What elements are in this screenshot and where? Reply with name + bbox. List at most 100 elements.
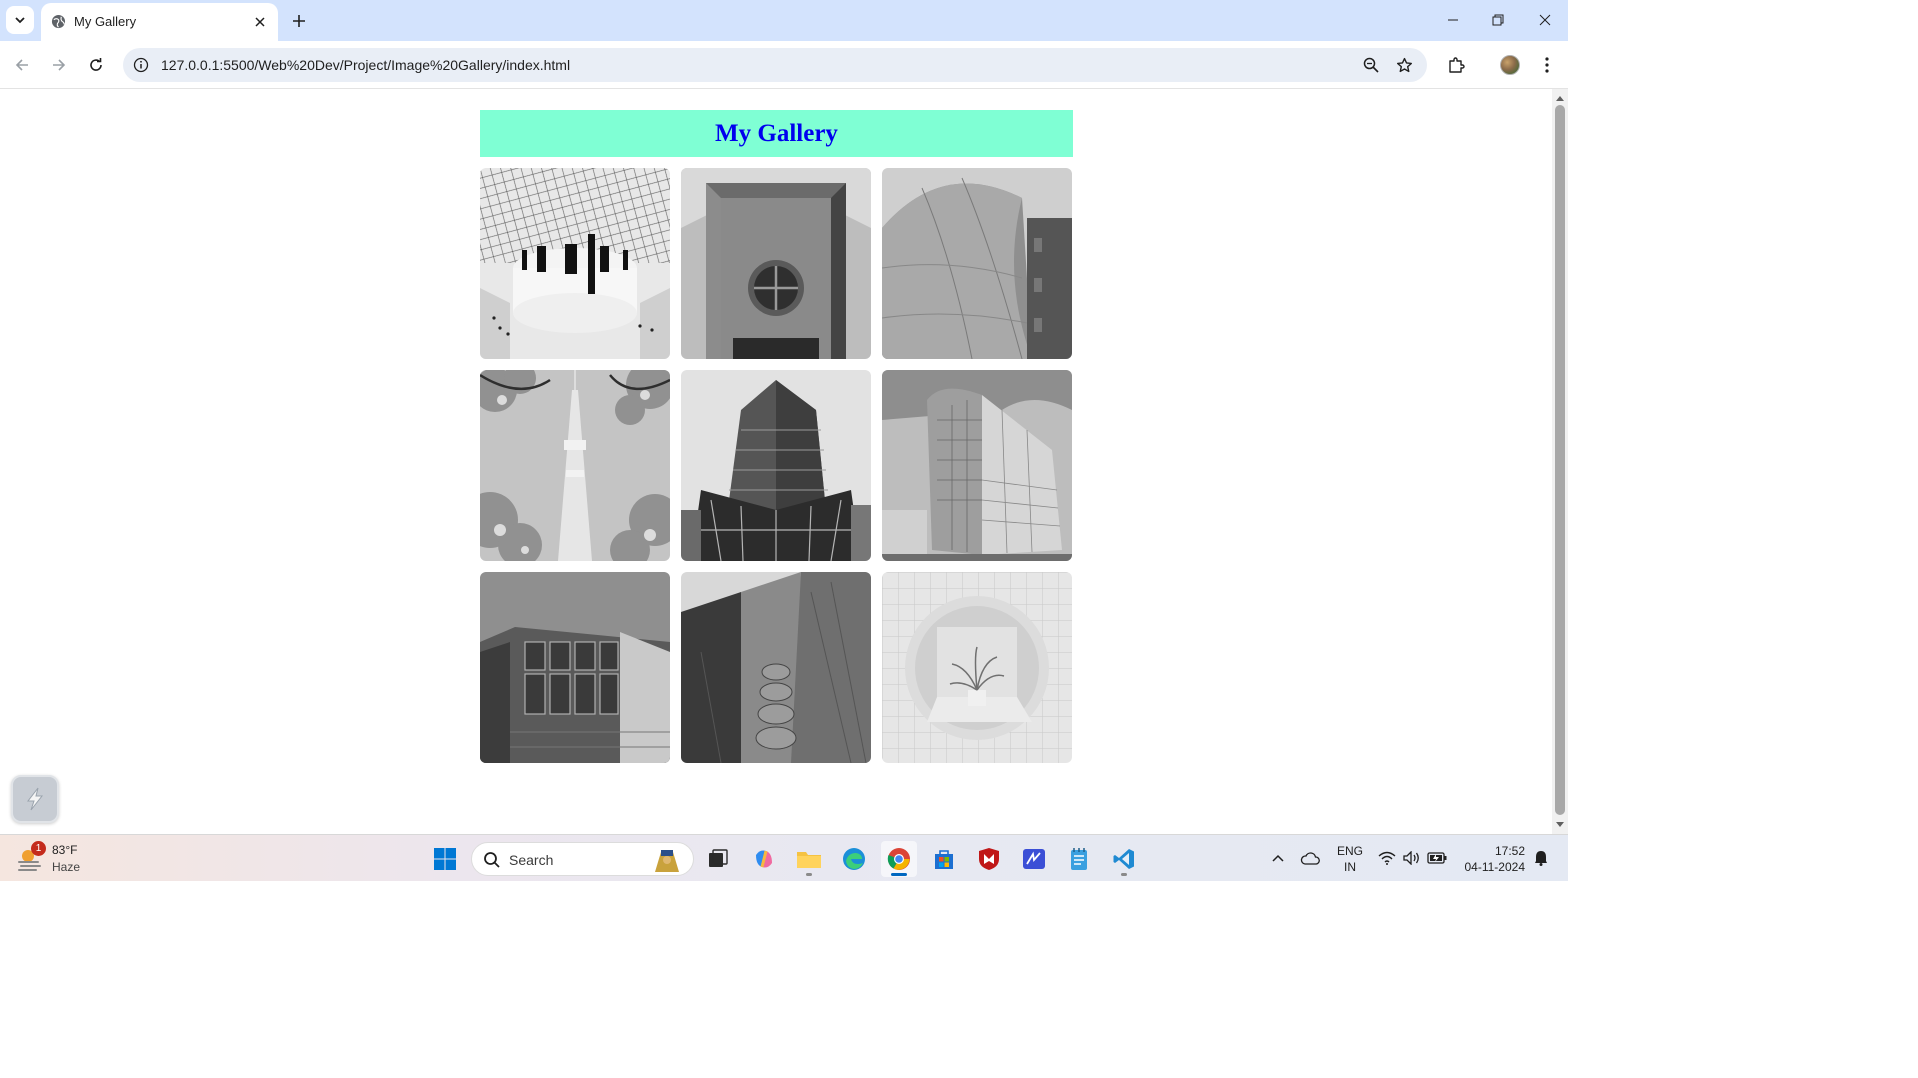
gallery-image-round-window-plant[interactable] — [882, 572, 1072, 763]
active-indicator — [891, 873, 907, 876]
taskbar-search-placeholder: Search — [509, 852, 554, 868]
chrome-app[interactable] — [881, 841, 917, 877]
page-title: My Gallery — [715, 119, 838, 147]
close-icon — [255, 17, 265, 27]
profile-button[interactable] — [1496, 51, 1524, 79]
more-vertical-icon — [1545, 57, 1549, 73]
clock-date: 04-11-2024 — [1464, 860, 1526, 874]
notepad-icon — [1071, 848, 1087, 870]
arrow-right-icon — [53, 59, 66, 71]
chevron-up-icon — [1272, 854, 1284, 862]
page-scrollbar[interactable] — [1552, 89, 1568, 834]
edge-icon — [843, 848, 865, 870]
scroll-thumb[interactable] — [1555, 105, 1565, 815]
task-view-icon — [709, 849, 728, 867]
ms-whiteboard-app[interactable] — [1016, 841, 1052, 877]
running-indicator — [806, 873, 812, 876]
puzzle-icon — [1449, 57, 1465, 73]
url-text[interactable]: 127.0.0.1:5500/Web%20Dev/Project/Image%2… — [161, 57, 570, 73]
weather-temperature: 83°F — [52, 843, 78, 857]
page-viewport: My Gallery — [0, 89, 1552, 834]
start-button[interactable] — [427, 841, 463, 877]
gallery-image-ornate-columns[interactable] — [681, 572, 871, 763]
bookmark-star-icon[interactable] — [1394, 55, 1414, 75]
mcafee-app[interactable] — [971, 841, 1007, 877]
language-code: ENG — [1336, 844, 1363, 858]
site-info-icon[interactable] — [131, 55, 151, 75]
gallery-image-building-entrance[interactable] — [681, 168, 871, 359]
language-region: IN — [1344, 860, 1356, 874]
restore-button[interactable] — [1478, 4, 1518, 36]
search-highlight-icon — [655, 850, 679, 872]
volume-icon[interactable] — [1402, 848, 1422, 868]
scroll-up-arrow[interactable] — [1552, 91, 1568, 105]
store-icon — [935, 850, 953, 869]
wifi-icon[interactable] — [1377, 848, 1397, 868]
file-explorer-app[interactable] — [791, 841, 827, 877]
folder-icon — [797, 852, 821, 868]
vscode-icon — [1113, 849, 1134, 869]
scroll-down-arrow[interactable] — [1552, 818, 1568, 832]
back-button[interactable] — [8, 51, 36, 79]
onedrive-icon[interactable] — [1300, 848, 1320, 868]
lightning-icon — [26, 787, 44, 811]
close-icon — [1539, 14, 1551, 26]
copilot-app[interactable] — [746, 841, 782, 877]
address-bar[interactable]: 127.0.0.1:5500/Web%20Dev/Project/Image%2… — [123, 48, 1427, 82]
gallery-image-glass-windows[interactable] — [480, 572, 670, 763]
gallery-grid — [480, 168, 1073, 763]
notification-bell-icon[interactable] — [1531, 848, 1551, 868]
avatar — [1500, 55, 1520, 75]
task-view-button[interactable] — [700, 841, 736, 877]
weather-badge: 1 — [31, 841, 46, 856]
reload-icon — [90, 58, 102, 71]
new-tab-button[interactable] — [287, 9, 311, 33]
clock-time: 17:52 — [1494, 844, 1525, 858]
edge-app[interactable] — [836, 841, 872, 877]
windows-taskbar: 1 83°F Haze Search ENG IN 17:52 04-11-20… — [0, 834, 1568, 881]
chevron-down-icon — [15, 17, 25, 24]
minimize-icon — [1448, 19, 1458, 21]
arrow-left-icon — [15, 59, 28, 71]
vscode-app[interactable] — [1106, 841, 1142, 877]
plus-icon — [293, 15, 305, 27]
floating-widget-button[interactable] — [11, 775, 59, 823]
notepad-app[interactable] — [1061, 841, 1097, 877]
weather-condition: Haze — [52, 860, 81, 874]
taskbar-search[interactable]: Search — [471, 842, 694, 876]
tab-search-button[interactable] — [6, 6, 34, 34]
browser-menu-button[interactable] — [1533, 51, 1561, 79]
browser-tab-strip: My Gallery — [0, 0, 1568, 41]
weather-widget[interactable]: 1 83°F Haze — [16, 841, 106, 877]
microsoft-store-app[interactable] — [926, 841, 962, 877]
taskbar-clock[interactable]: 17:52 04-11-2024 — [1455, 843, 1526, 875]
browser-toolbar: 127.0.0.1:5500/Web%20Dev/Project/Image%2… — [0, 41, 1568, 89]
restore-icon — [1492, 14, 1504, 26]
minimize-button[interactable] — [1433, 4, 1473, 36]
close-window-button[interactable] — [1525, 4, 1565, 36]
language-indicator[interactable]: ENG IN — [1334, 843, 1366, 875]
gallery-image-curved-facade[interactable] — [882, 168, 1072, 359]
whiteboard-icon — [1023, 849, 1045, 869]
gallery-image-office-building[interactable] — [882, 370, 1072, 561]
chrome-icon — [887, 848, 910, 870]
copilot-icon — [756, 850, 772, 868]
windows-logo-icon — [434, 848, 456, 870]
shield-icon — [979, 848, 999, 870]
globe-icon — [51, 14, 66, 29]
tab-close-button[interactable] — [250, 12, 270, 32]
search-icon — [484, 852, 500, 868]
tab-title: My Gallery — [74, 14, 137, 29]
gallery-header: My Gallery — [480, 110, 1073, 157]
gallery-image-glass-skyscraper[interactable] — [681, 370, 871, 561]
zoom-icon[interactable] — [1361, 55, 1381, 75]
reload-button[interactable] — [82, 51, 110, 79]
battery-icon[interactable] — [1427, 848, 1447, 868]
browser-tab[interactable]: My Gallery — [41, 3, 278, 41]
forward-button[interactable] — [45, 51, 73, 79]
extensions-button[interactable] — [1442, 51, 1470, 79]
show-hidden-icons-button[interactable] — [1268, 848, 1288, 868]
gallery-image-museum-dome[interactable] — [480, 168, 670, 359]
gallery-image-tower-blossoms[interactable] — [480, 370, 670, 561]
running-indicator — [1121, 873, 1127, 876]
